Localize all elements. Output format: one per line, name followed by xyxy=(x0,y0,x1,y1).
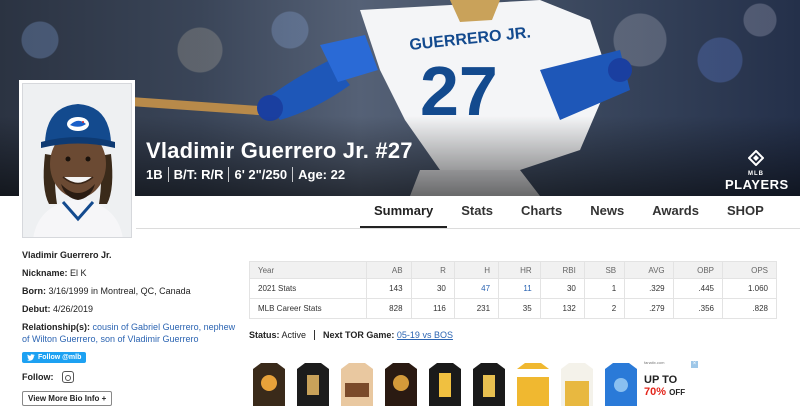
col-hr: HR xyxy=(498,261,541,279)
cell-sb: 2 xyxy=(583,298,626,319)
debut-value: 4/26/2019 xyxy=(53,304,94,314)
twitter-bird-icon xyxy=(27,354,35,361)
shirt-9 xyxy=(605,363,637,406)
bio-born: Born: 3/16/1999 in Montreal, QC, Canada xyxy=(22,285,240,297)
nav-divider xyxy=(136,228,800,229)
bio-name: Vladimir Guerrero Jr. xyxy=(22,250,112,260)
table-row: MLB Career Stats 828 116 231 35 132 2 .2… xyxy=(248,298,777,319)
player-info-line: 1B B/T: R/R 6' 2"/250 Age: 22 xyxy=(146,167,350,182)
headshot-image xyxy=(23,84,131,237)
cell-rbi: 132 xyxy=(539,298,585,319)
ad-discount: 70% OFF xyxy=(644,386,702,398)
cell-avg: .329 xyxy=(624,278,674,299)
player-name-number: Vladimir Guerrero Jr. #27 xyxy=(146,138,413,163)
players-text: PLAYERS xyxy=(725,177,789,192)
col-sb: SB xyxy=(583,261,626,279)
cell-hr-link[interactable]: 11 xyxy=(498,278,541,299)
next-game-group: Next TOR Game: 05-19 vs BOS xyxy=(323,330,453,340)
born-label: Born: xyxy=(22,286,46,296)
follow-button-label: Follow @mlb xyxy=(38,354,82,361)
shirt-7 xyxy=(517,363,549,406)
status-separator xyxy=(314,330,316,340)
diamond-icon xyxy=(747,149,765,167)
cell-ab: 828 xyxy=(366,298,412,319)
cell-rbi: 30 xyxy=(539,278,585,299)
cell-obp: .356 xyxy=(672,298,724,319)
follow-row: Follow: xyxy=(22,371,240,383)
height-weight: 6' 2"/250 xyxy=(228,167,292,182)
bio-nickname: Nickname: El K xyxy=(22,267,240,279)
player-bio: Vladimir Guerrero Jr. Nickname: El K Bor… xyxy=(22,250,240,406)
tab-charts[interactable]: Charts xyxy=(507,196,576,228)
position: 1B xyxy=(146,167,163,182)
status-group: Status: Active xyxy=(249,330,306,340)
col-avg: AVG xyxy=(624,261,674,279)
cell-ops: 1.060 xyxy=(722,278,777,299)
born-value: 3/16/1999 in Montreal, QC, Canada xyxy=(48,286,191,296)
player-headshot xyxy=(22,83,132,238)
age: Age: 22 xyxy=(292,167,350,182)
player-status-bar: Status: Active Next TOR Game: 05-19 vs B… xyxy=(249,330,453,340)
ad-close-icon[interactable]: × xyxy=(691,361,698,368)
tab-stats[interactable]: Stats xyxy=(447,196,507,228)
status-label: Status: xyxy=(249,330,280,340)
tab-summary[interactable]: Summary xyxy=(360,196,448,228)
player-nav-tabs: Summary Stats Charts News Awards SHOP xyxy=(360,196,778,228)
mlb-players-logo[interactable]: MLB PLAYERS xyxy=(725,149,789,192)
cell-obp: .445 xyxy=(672,278,724,299)
nickname-value: El K xyxy=(70,268,87,278)
nickname-label: Nickname: xyxy=(22,268,68,278)
view-more-bio-button[interactable]: View More Bio Info + xyxy=(22,391,113,406)
tab-awards[interactable]: Awards xyxy=(638,196,713,228)
tab-news[interactable]: News xyxy=(576,196,638,228)
cell-h: 231 xyxy=(453,298,500,319)
shirt-3 xyxy=(341,363,373,406)
row-label: 2021 Stats xyxy=(248,278,368,299)
tab-shop[interactable]: SHOP xyxy=(713,196,778,228)
shirt-4 xyxy=(385,363,417,406)
col-year: Year xyxy=(248,261,368,279)
col-ops: OPS xyxy=(722,261,777,279)
cell-h-link[interactable]: 47 xyxy=(453,278,500,299)
cell-r: 30 xyxy=(410,278,455,299)
next-game-link[interactable]: 05-19 vs BOS xyxy=(397,330,453,340)
ad-shirts-image xyxy=(253,363,637,406)
instagram-icon[interactable] xyxy=(61,371,74,383)
bio-debut: Debut: 4/26/2019 xyxy=(22,303,240,315)
shirt-2 xyxy=(297,363,329,406)
ad-banner-shirts[interactable] xyxy=(249,361,699,406)
col-r: R xyxy=(410,261,455,279)
col-h: H xyxy=(453,261,500,279)
next-game-label: Next TOR Game: xyxy=(323,330,395,340)
bio-relationships: Relationship(s): cousin of Gabriel Guerr… xyxy=(22,321,240,345)
cell-sb: 1 xyxy=(583,278,626,299)
twitter-follow-button[interactable]: Follow @mlb xyxy=(22,352,87,363)
ad-off: OFF xyxy=(669,388,686,397)
col-obp: OBP xyxy=(672,261,724,279)
stats-summary-table: Year AB R H HR RBI SB AVG OBP OPS 2021 S… xyxy=(248,261,777,319)
relationships-label: Relationship(s): xyxy=(22,322,91,332)
col-ab: AB xyxy=(366,261,412,279)
row-label: MLB Career Stats xyxy=(248,298,368,319)
bats-throws: B/T: R/R xyxy=(167,167,229,182)
debut-label: Debut: xyxy=(22,304,51,314)
shirt-6 xyxy=(473,363,505,406)
follow-label: Follow: xyxy=(22,372,54,382)
shirt-5 xyxy=(429,363,461,406)
cell-ops: .828 xyxy=(722,298,777,319)
table-row: 2021 Stats 143 30 47 11 30 1 .329 .445 1… xyxy=(248,278,777,299)
status-value: Active xyxy=(281,330,307,340)
col-rbi: RBI xyxy=(539,261,585,279)
ad-percent: 70% xyxy=(644,386,667,398)
cell-hr: 35 xyxy=(498,298,541,319)
shirt-1 xyxy=(253,363,285,406)
ad-line1: UP TO xyxy=(644,374,678,386)
shirt-8 xyxy=(561,363,593,406)
cell-avg: .279 xyxy=(624,298,674,319)
cell-ab: 143 xyxy=(366,278,412,299)
table-header-row: Year AB R H HR RBI SB AVG OBP OPS xyxy=(248,261,777,279)
cell-r: 116 xyxy=(410,298,455,319)
